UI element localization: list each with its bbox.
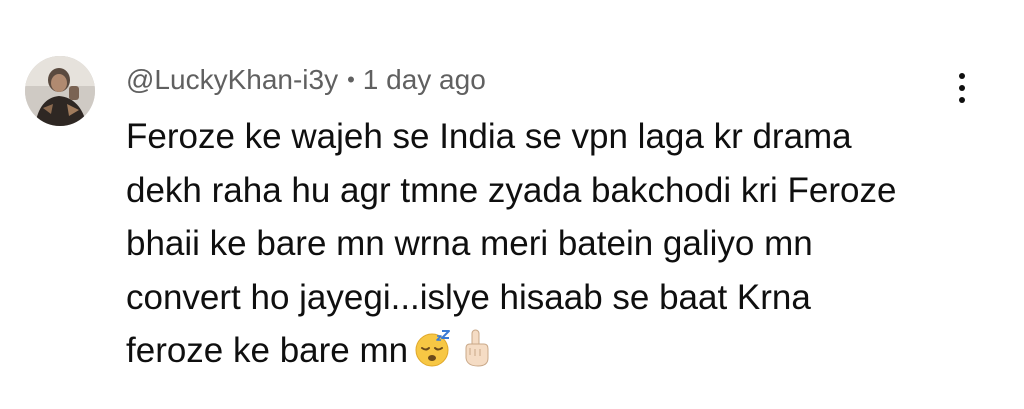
more-vert-icon-dot <box>959 85 965 91</box>
sleeping-face-emoji <box>414 328 454 368</box>
comment-line: convert ho jayegi...islye hisaab se baat… <box>126 277 811 317</box>
comment-text: Feroze ke wajeh se India se vpn laga kr … <box>126 110 946 378</box>
comment-line: Feroze ke wajeh se India se vpn laga kr … <box>126 117 852 156</box>
comment-line: bhaii ke bare mn wrna meri batein galiyo… <box>126 224 813 263</box>
comment-meta: @LuckyKhan-i3y • 1 day ago <box>126 62 486 98</box>
more-options-button[interactable] <box>944 68 980 108</box>
comment-line: dekh raha hu agr tmne zyada bakchodi kri… <box>126 170 897 210</box>
comment-timestamp[interactable]: 1 day ago <box>363 64 486 96</box>
index-pointing-up-emoji <box>460 328 492 368</box>
more-vert-icon <box>959 73 965 79</box>
comment-item: @LuckyKhan-i3y • 1 day ago Feroze ke waj… <box>0 0 1024 409</box>
meta-separator: • <box>347 67 355 92</box>
more-vert-icon-dot <box>959 97 965 103</box>
author-handle[interactable]: @LuckyKhan-i3y <box>126 64 338 96</box>
comment-last-line: feroze ke bare mn <box>126 324 946 378</box>
author-avatar[interactable] <box>25 56 95 126</box>
avatar-image <box>25 56 95 126</box>
comment-line: feroze ke bare mn <box>126 331 409 370</box>
